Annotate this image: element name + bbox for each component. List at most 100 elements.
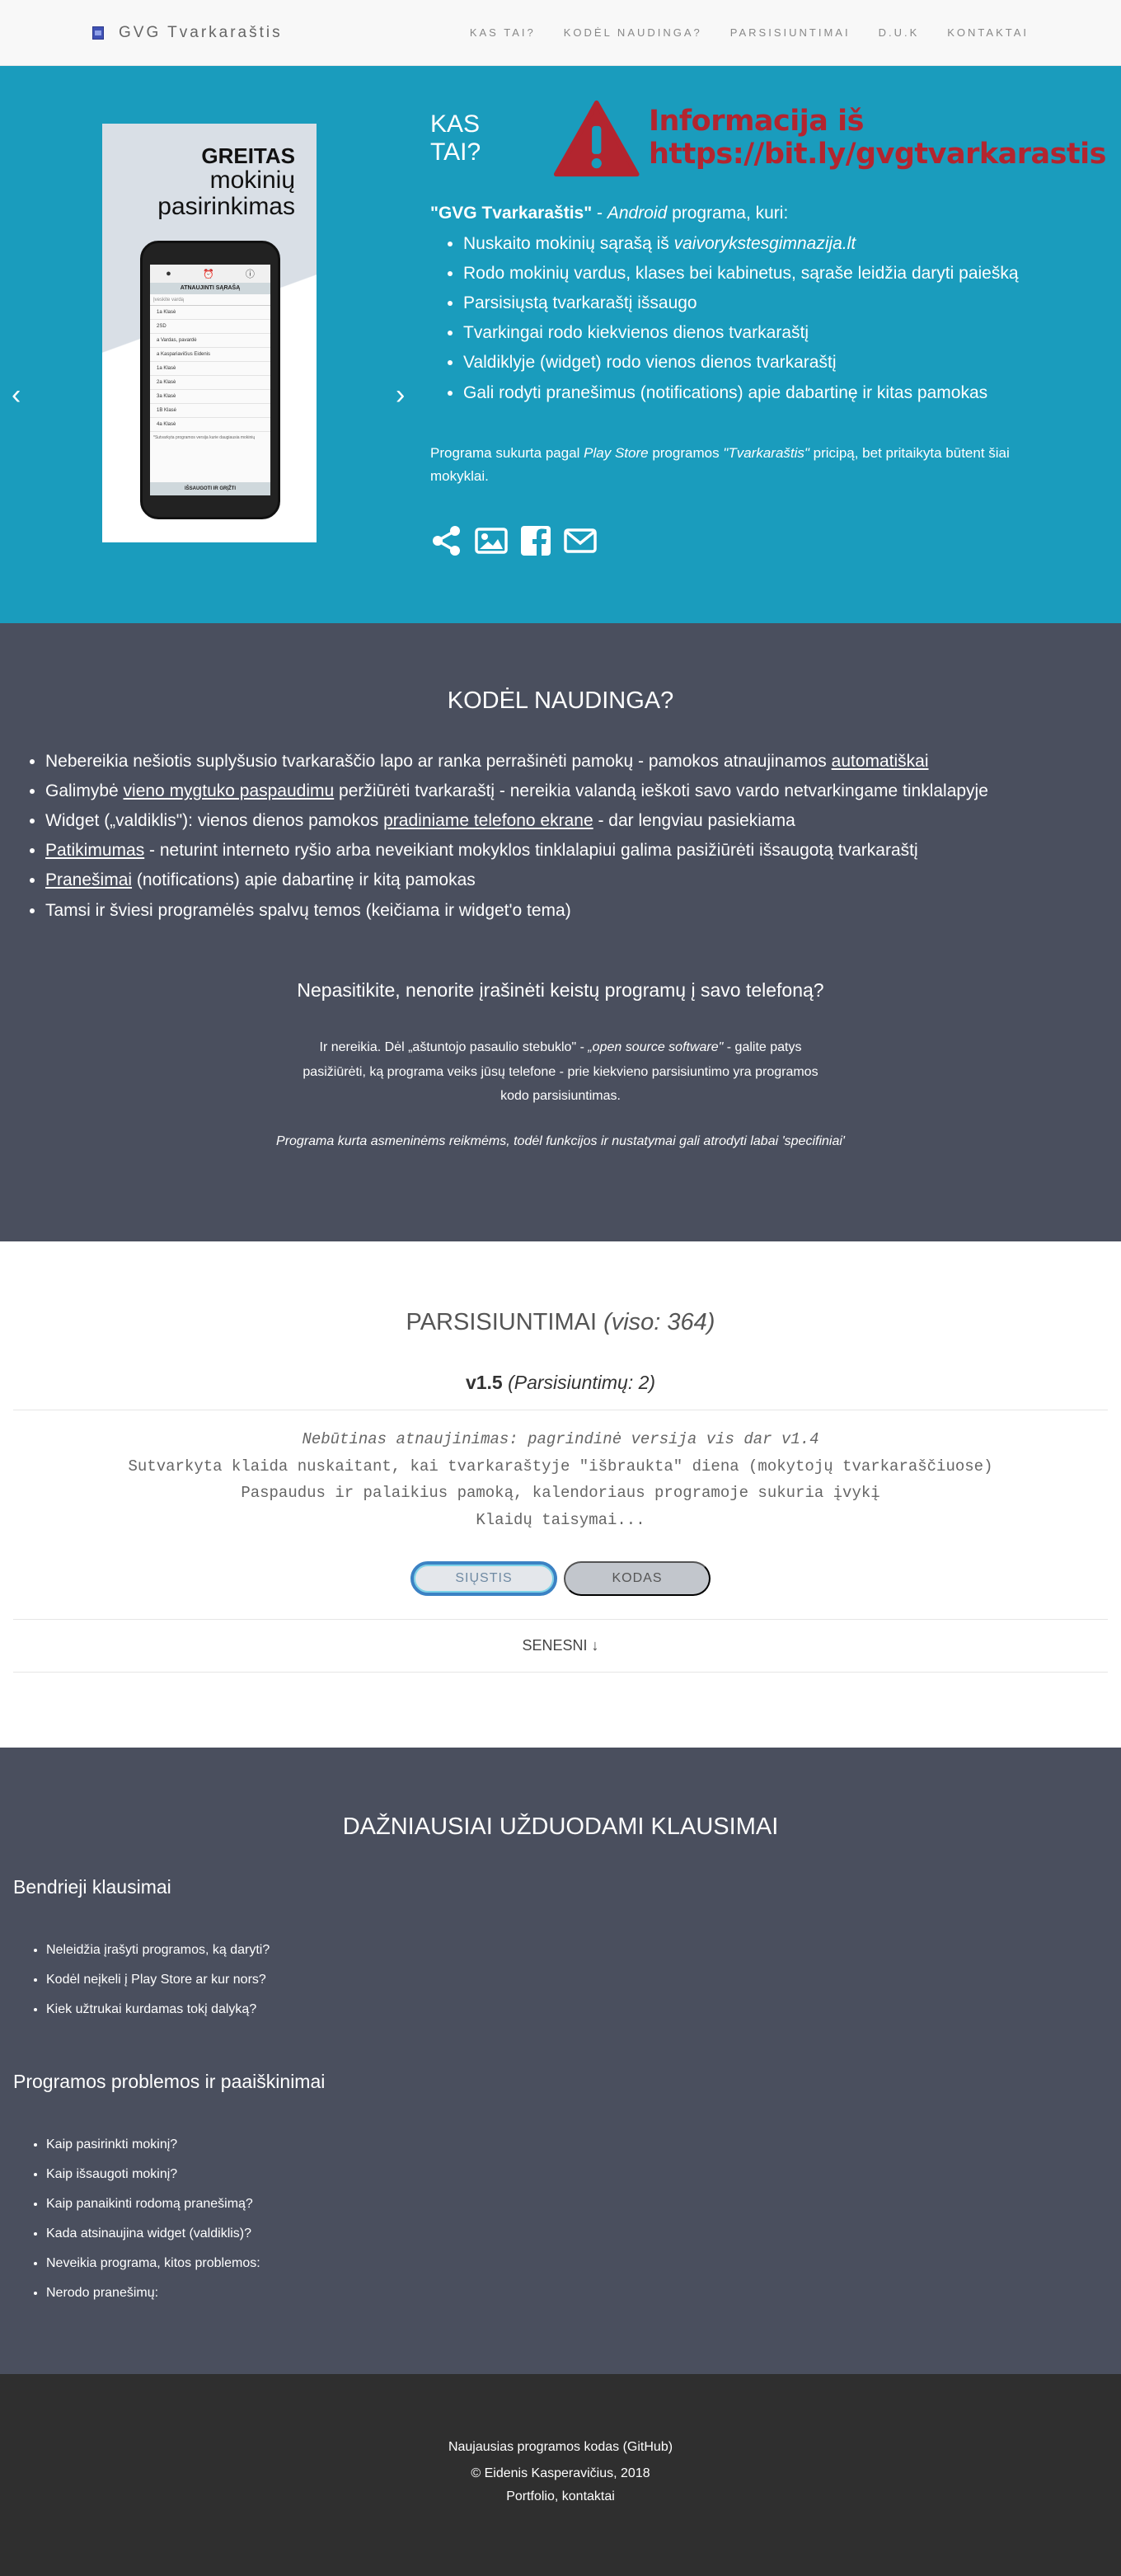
list-item: Patikimumas - neturint interneto ryšio a…: [45, 836, 988, 866]
hero-section: ‹ GREITAS mokinių pasirinkimas ● ⏰ ⓘ ATN…: [0, 66, 1121, 623]
faq-general-heading: Bendrieji klausimai: [13, 1876, 171, 1898]
divider: [13, 1672, 1108, 1673]
share-icon[interactable]: [430, 524, 463, 557]
intro-platform: Android: [607, 204, 668, 223]
faq-section: DAŽNIAUSIAI UŽDUODAMI KLAUSIMAI Bendriej…: [0, 1748, 1121, 2374]
brand-name: GVG Tvarkaraštis: [119, 23, 283, 41]
footer: Naujausias programos kodas (GitHub) © Ei…: [0, 2374, 1121, 2576]
feature-italic: vaivorykstesgimnazija.lt: [673, 234, 856, 253]
download-button[interactable]: SIŲSTIS: [410, 1561, 557, 1596]
phone-mockup: ● ⏰ ⓘ ATNAUJINTI SĄRAŠĄ Įveskite vardą 1…: [140, 241, 280, 519]
list-item: Pranešimai (notifications) apie dabartin…: [45, 866, 988, 895]
section-title: DAŽNIAUSIAI UŽDUODAMI KLAUSIMAI: [342, 1814, 779, 1840]
benefit-text: Widget („valdiklis"): vienos dienos pamo…: [45, 811, 384, 831]
facebook-icon[interactable]: [519, 524, 552, 557]
phone-search: Įveskite vardą: [150, 294, 270, 306]
divider: [13, 1619, 1108, 1620]
benefits-list: Nebereikia nešiotis suplyšusio tvarkaraš…: [45, 747, 988, 926]
changelog-line: Nebūtinas atnaujinimas: pagrindinė versi…: [302, 1430, 819, 1448]
para-oss: „open source software": [588, 1040, 724, 1054]
feature-text: Rodo mokinių vardus, klases bei kabinetu…: [463, 264, 1019, 284]
phone-save-button: IŠSAUGOTI IR GRĮŽTI: [150, 482, 270, 495]
alarm-clock-icon: ⏰: [202, 269, 214, 279]
phone-list-row: 4a Klasė: [150, 418, 270, 432]
warning-text: Informacija iš https://bit.ly/gvgtvarkar…: [648, 105, 1107, 171]
warning-line1: Informacija iš: [648, 105, 864, 138]
faq-general-list: Neleidžia įrašyti programos, ką daryti? …: [46, 1936, 270, 2025]
para-part: Ir nereikia. Dėl „aštuntojo pasaulio ste…: [319, 1040, 589, 1054]
intro-sep: -: [592, 204, 607, 223]
intro-end: programa, kuri:: [667, 204, 789, 223]
github-link[interactable]: Naujausias programos kodas (GitHub): [0, 2440, 1121, 2455]
slide-title-bold: GREITAS: [201, 143, 295, 168]
phone-note: *Sutvarkyta programos versija kurie daug…: [153, 435, 256, 440]
portfolio-link[interactable]: Portfolio, kontaktai: [0, 2489, 1121, 2504]
nav-link-duk[interactable]: D.U.K: [879, 26, 920, 39]
downloads-section: PARSISIUNTIMAI (viso: 364) v1.5 (Parsisi…: [0, 1241, 1121, 1748]
nav-links: KAS TAI? KODĖL NAUDINGA? PARSISIUNTIMAI …: [470, 26, 1029, 39]
faq-question[interactable]: Neleidžia įrašyti programos, ką daryti?: [46, 1936, 270, 1965]
faq-question[interactable]: Kaip pasirinkti mokinį?: [46, 2130, 260, 2160]
release-actions: SIŲSTIS KODAS: [0, 1561, 1121, 1596]
nav-link-kontaktai[interactable]: KONTAKTAI: [947, 26, 1029, 39]
list-item: Galimybė vieno mygtuko paspaudimu peržiū…: [45, 777, 988, 806]
faq-question[interactable]: Nerodo pranešimų:: [46, 2278, 260, 2308]
phone-list-row: a Kaspariavičius Eidenis: [150, 348, 270, 362]
benefit-text: - neturint interneto ryšio arba neveikia…: [144, 841, 918, 861]
faq-question[interactable]: Kodėl neįkeli į Play Store ar kur nors?: [46, 1965, 270, 1995]
list-item: Widget („valdiklis"): vienos dienos pamo…: [45, 806, 988, 836]
nav-link-kodel-naudinga[interactable]: KODĖL NAUDINGA?: [564, 26, 702, 39]
benefit-highlight: Patikimumas: [45, 841, 145, 861]
faq-question[interactable]: Kada atsinaujina widget (valdiklis)?: [46, 2219, 260, 2249]
benefit-highlight: automatiškai: [831, 752, 929, 771]
open-source-paragraph: Ir nereikia. Dėl „aštuntojo pasaulio ste…: [0, 1035, 1121, 1109]
older-releases-toggle[interactable]: SENESNI ↓: [0, 1637, 1121, 1654]
faq-question[interactable]: Kaip išsaugoti mokinį?: [46, 2160, 260, 2189]
list-item: Tamsi ir šviesi programėlės spalvų temos…: [45, 896, 988, 926]
person-icon: ●: [166, 269, 171, 279]
brand-link[interactable]: GVG Tvarkaraštis: [92, 24, 283, 42]
personal-use-note: Programa kurta asmeninėms reikmėms, todė…: [276, 1134, 845, 1148]
phone-list-row: 1B Klasė: [150, 404, 270, 418]
slide-title-line3: pasirinkimas: [157, 192, 295, 220]
source-code-button[interactable]: KODAS: [564, 1561, 711, 1596]
nav-link-kas-tai[interactable]: KAS TAI?: [470, 26, 536, 39]
nav-link-parsisiuntimai[interactable]: PARSISIUNTIMAI: [730, 26, 851, 39]
carousel-prev-icon[interactable]: ‹: [12, 379, 21, 411]
faq-question[interactable]: Kiek užtrukai kurdamas tokį dalyką?: [46, 1995, 270, 2025]
phone-list-row: 2SD: [150, 320, 270, 334]
copyright: © Eidenis Kasperavičius, 2018: [471, 2466, 650, 2480]
changelog-line: Sutvarkyta klaida nuskaitant, kai tvarka…: [128, 1457, 993, 1476]
downloads-total: (viso: 364): [603, 1309, 715, 1335]
note-part: programos: [648, 445, 724, 461]
benefit-text: Tamsi ir šviesi programėlės spalvų temos…: [45, 900, 571, 920]
hero-note: Programa sukurta pagal Play Store progra…: [430, 442, 1065, 488]
list-item: Parsisiųstą tvarkaraštį išsaugo: [463, 289, 1019, 318]
feature-text: Gali rodyti pranešimus (notifications) a…: [463, 382, 988, 402]
warning-url: https://bit.ly/gvgtvarkarastis: [648, 138, 1107, 171]
benefit-text: Nebereikia nešiotis suplyšusio tvarkaraš…: [45, 752, 832, 771]
mail-icon[interactable]: [564, 524, 597, 557]
changelog-line: Klaidų taisymai...: [476, 1511, 645, 1530]
hero-intro: "GVG Tvarkaraštis" - Android programa, k…: [430, 201, 788, 225]
faq-question[interactable]: Kaip panaikinti rodomą pranešimą?: [46, 2189, 260, 2219]
list-item: Rodo mokinių vardus, klases bei kabinetu…: [463, 259, 1019, 289]
phone-list-row: 3a Klasė: [150, 390, 270, 404]
benefit-highlight: Pranešimai: [45, 870, 133, 890]
benefit-text: Galimybė: [45, 781, 124, 801]
feature-text: Nuskaito mokinių sąrašą iš: [463, 234, 674, 253]
feature-text: Parsisiųstą tvarkaraštį išsaugo: [463, 293, 697, 313]
trust-question: Nepasitikite, nenorite įrašinėti keistų …: [297, 979, 824, 1001]
why-useful-section: KODĖL NAUDINGA? Nebereikia nešiotis supl…: [0, 623, 1121, 1241]
carousel-slide-image: GREITAS mokinių pasirinkimas ● ⏰ ⓘ ATNAU…: [102, 124, 317, 542]
faq-problems-list: Kaip pasirinkti mokinį? Kaip išsaugoti m…: [46, 2130, 260, 2308]
app-logo-icon: [92, 26, 104, 40]
note-part: Programa sukurta pagal: [430, 445, 584, 461]
image-icon[interactable]: [475, 524, 508, 557]
benefit-text: peržiūrėti tvarkaraštį - nereikia valand…: [334, 781, 988, 801]
feature-list: Nuskaito mokinių sąrašą iš vaivorykstesg…: [463, 229, 1019, 408]
carousel-next-icon[interactable]: ›: [396, 379, 405, 411]
faq-question[interactable]: Neveikia programa, kitos problemos:: [46, 2249, 260, 2278]
list-item: Nebereikia nešiotis suplyšusio tvarkaraš…: [45, 747, 988, 777]
phone-list-row: a Vardas, pavardė: [150, 334, 270, 348]
